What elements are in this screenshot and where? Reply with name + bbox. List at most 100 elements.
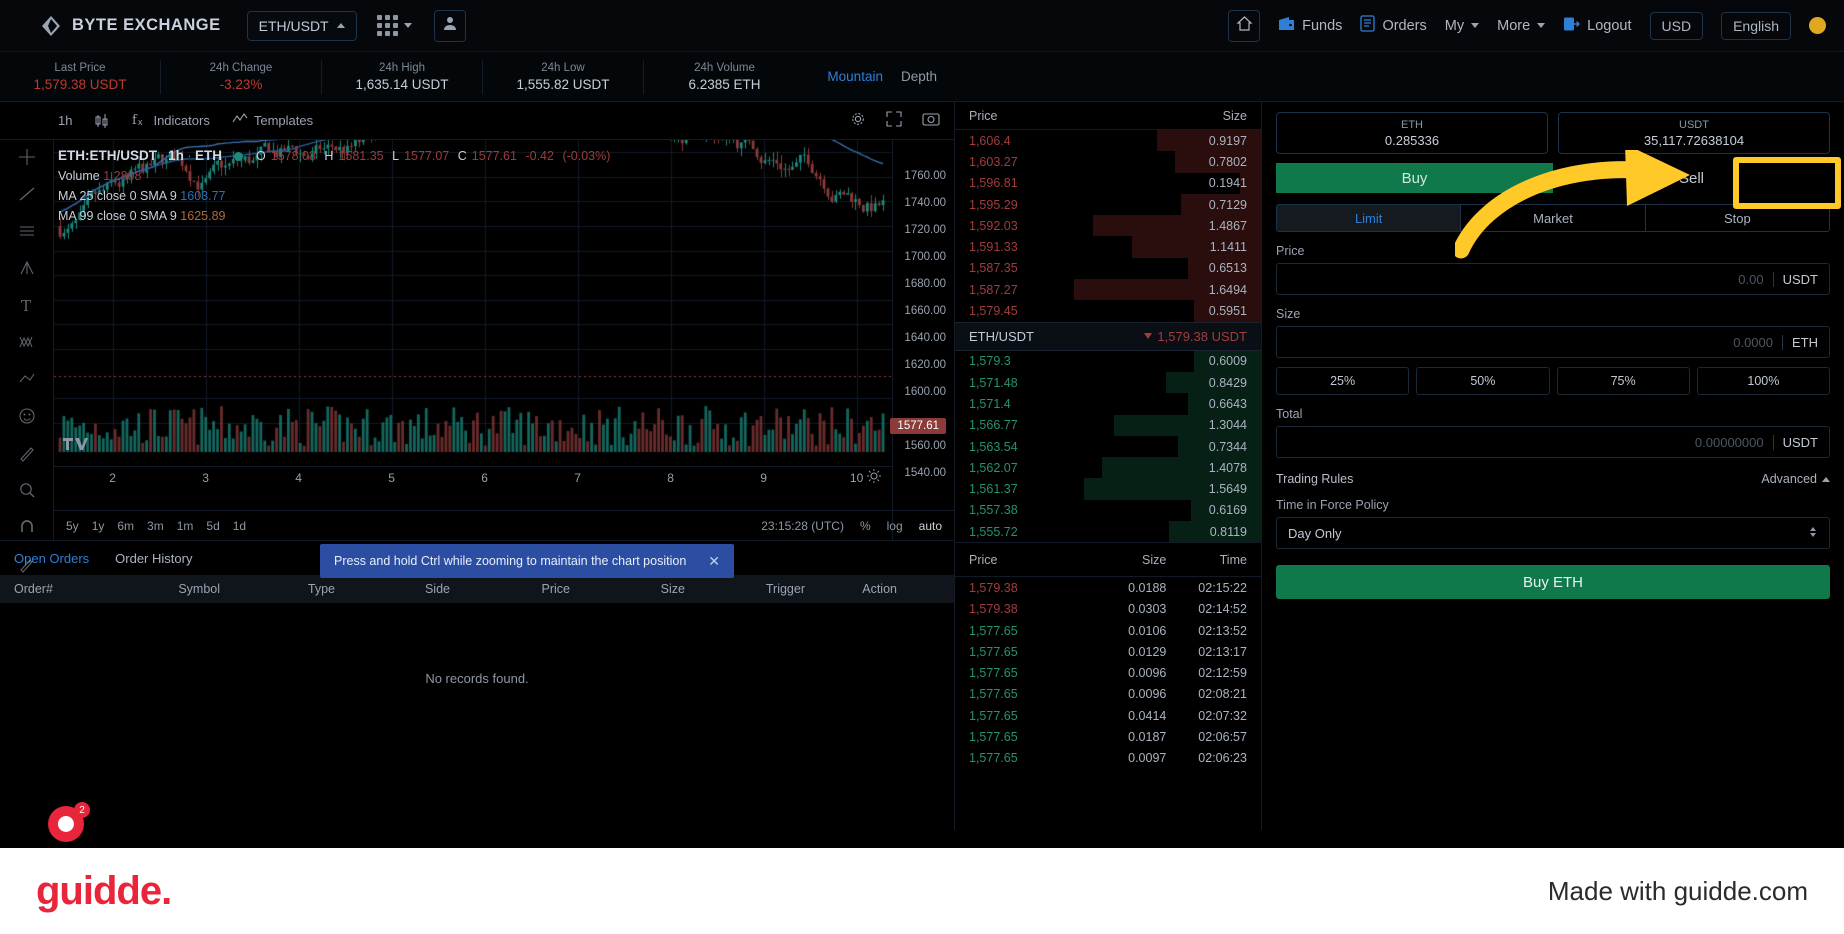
- orderbook-row[interactable]: 1,592.03 1.4867: [955, 215, 1261, 237]
- pitchfork-icon[interactable]: [18, 259, 36, 282]
- orderbook-row[interactable]: 1,561.37 1.5649: [955, 478, 1261, 500]
- orderbook-row[interactable]: 1,571.4 0.6643: [955, 393, 1261, 415]
- buy-tab[interactable]: Buy: [1276, 163, 1553, 193]
- orderbook-row[interactable]: 1,563.54 0.7344: [955, 435, 1261, 458]
- trade-row[interactable]: 1,579.38 0.0303 02:14:52: [955, 599, 1261, 620]
- trade-row[interactable]: 1,579.38 0.0188 02:15:22: [955, 577, 1261, 598]
- range-6m[interactable]: 6m: [117, 519, 134, 533]
- chart-mode-mountain[interactable]: Mountain: [827, 69, 883, 84]
- orderbook-row[interactable]: 1,603.27 0.7802: [955, 151, 1261, 173]
- templates-button[interactable]: Templates: [232, 112, 313, 129]
- fullscreen-icon[interactable]: [886, 111, 902, 130]
- brand-name: BYTE EXCHANGE: [72, 16, 221, 34]
- orderbook-asks[interactable]: 1,606.4 0.9197 1,603.27 0.7802 1,596.81 0.194…: [955, 130, 1261, 322]
- price-label: Price: [1276, 244, 1305, 258]
- patterns-icon[interactable]: [18, 333, 36, 356]
- trendline-icon[interactable]: [18, 185, 36, 208]
- tradingview-logo-icon[interactable]: [62, 434, 88, 456]
- scale-percent-button[interactable]: %: [860, 519, 871, 533]
- price-axis[interactable]: 1760.00 1740.00 1720.00 1700.00 1680.00 1660.…: [890, 140, 954, 540]
- time-in-force-select[interactable]: Day Only: [1276, 517, 1830, 549]
- brand-logo[interactable]: BYTE EXCHANGE: [40, 15, 221, 37]
- language-selector[interactable]: English: [1721, 11, 1791, 40]
- trade-row[interactable]: 1,577.65 0.0097 02:06:23: [955, 748, 1261, 769]
- range-3m[interactable]: 3m: [147, 519, 164, 533]
- brush-icon[interactable]: [18, 444, 36, 467]
- currency-selector[interactable]: USD: [1649, 11, 1704, 40]
- percent-100[interactable]: 100%: [1696, 367, 1830, 395]
- crosshair-icon[interactable]: [18, 148, 36, 171]
- range-1d[interactable]: 1d: [233, 519, 246, 533]
- nav-item-orders[interactable]: Orders: [1360, 15, 1427, 36]
- account-avatar-button[interactable]: [433, 9, 466, 42]
- advanced-toggle[interactable]: Advanced: [1761, 472, 1830, 486]
- order-type-stop[interactable]: Stop: [1646, 205, 1829, 231]
- chart-mode-depth[interactable]: Depth: [901, 69, 937, 84]
- lock-pencil-icon[interactable]: [18, 555, 36, 578]
- size-input[interactable]: 0.0000 ETH: [1276, 326, 1830, 358]
- scale-log-button[interactable]: log: [887, 519, 903, 533]
- orderbook-row[interactable]: 1,571.48 0.8429: [955, 371, 1261, 394]
- nav-item-more[interactable]: More: [1497, 18, 1546, 34]
- trades-rows[interactable]: 1,579.38 0.0188 02:15:22 1,579.38 0.0303 02:1…: [955, 577, 1261, 769]
- forecast-icon[interactable]: [18, 370, 36, 393]
- emoji-icon[interactable]: [18, 407, 36, 430]
- orderbook-row[interactable]: 1,566.77 1.3044: [955, 414, 1261, 436]
- camera-icon[interactable]: [922, 111, 940, 130]
- orderbook-row[interactable]: 1,579.45 0.5951: [955, 300, 1261, 322]
- trade-row[interactable]: 1,577.65 0.0096 02:12:59: [955, 663, 1261, 684]
- sun-icon[interactable]: [1809, 17, 1826, 34]
- home-button[interactable]: [1228, 9, 1261, 42]
- magnet-icon[interactable]: [18, 518, 36, 541]
- range-1y[interactable]: 1y: [92, 519, 105, 533]
- nav-item-my[interactable]: My: [1445, 18, 1480, 34]
- interval-button[interactable]: 1h: [58, 113, 72, 128]
- zoom-icon[interactable]: [18, 481, 36, 504]
- trade-row[interactable]: 1,577.65 0.0129 02:13:17: [955, 641, 1261, 662]
- sell-tab[interactable]: Sell: [1553, 163, 1830, 193]
- trade-row[interactable]: 1,577.65 0.0096 02:08:21: [955, 684, 1261, 705]
- trade-row[interactable]: 1,577.65 0.0187 02:06:57: [955, 726, 1261, 747]
- percent-50[interactable]: 50%: [1416, 367, 1550, 395]
- order-type-limit[interactable]: Limit: [1277, 205, 1462, 231]
- orderbook-bids[interactable]: 1,579.3 0.6009 1,571.48 0.8429 1,571.4 0.6643…: [955, 350, 1261, 543]
- legend-volume-label: Volume: [58, 169, 100, 183]
- orderbook-row[interactable]: 1,555.72 0.8119: [955, 521, 1261, 543]
- candlestick-icon[interactable]: [94, 113, 110, 129]
- apps-grid-button[interactable]: [376, 15, 412, 36]
- close-icon[interactable]: ✕: [708, 553, 720, 570]
- submit-order-button[interactable]: Buy ETH: [1276, 565, 1830, 599]
- nav-item-funds[interactable]: Funds: [1278, 16, 1342, 36]
- percent-25[interactable]: 25%: [1276, 367, 1410, 395]
- orderbook-row[interactable]: 1,595.29 0.7129: [955, 193, 1261, 216]
- indicators-button[interactable]: fx Indicators: [132, 112, 209, 130]
- orderbook-row[interactable]: 1,587.27 1.6494: [955, 279, 1261, 301]
- total-input[interactable]: 0.00000000 USDT: [1276, 426, 1830, 458]
- percent-75[interactable]: 75%: [1556, 367, 1690, 395]
- nav-item-logout[interactable]: Logout: [1563, 16, 1632, 36]
- orderbook-row[interactable]: 1,587.35 0.6513: [955, 257, 1261, 280]
- trade-row[interactable]: 1,577.65 0.0414 02:07:32: [955, 705, 1261, 726]
- order-type-market[interactable]: Market: [1461, 205, 1646, 231]
- time-axis[interactable]: 2 3 4 5 6 7 8 9 10: [54, 466, 892, 492]
- time-axis-tick: 4: [295, 471, 302, 485]
- text-tool-icon[interactable]: T: [18, 296, 36, 319]
- orderbook-row[interactable]: 1,591.33 1.1411: [955, 236, 1261, 258]
- range-5d[interactable]: 5d: [206, 519, 219, 533]
- pair-selector[interactable]: ETH/USDT: [246, 10, 357, 41]
- range-5y[interactable]: 5y: [66, 519, 79, 533]
- orderbook-row[interactable]: 1,606.4 0.9197: [955, 130, 1261, 152]
- price-input[interactable]: 0.00 USDT: [1276, 263, 1830, 295]
- horizontal-lines-icon[interactable]: [18, 222, 36, 245]
- orderbook-row[interactable]: 1,579.3 0.6009: [955, 350, 1261, 372]
- scale-auto-button[interactable]: auto: [919, 519, 942, 533]
- sun-icon[interactable]: [867, 469, 881, 486]
- tab-order-history[interactable]: Order History: [115, 551, 192, 566]
- orderbook-row[interactable]: 1,596.81 0.1941: [955, 172, 1261, 194]
- range-1m[interactable]: 1m: [177, 519, 194, 533]
- price-chart[interactable]: T ETH:ETH/USDT · 1h · ETH O 1578.03 H 15…: [0, 140, 954, 578]
- gear-icon[interactable]: [850, 111, 866, 130]
- orderbook-row[interactable]: 1,557.38 0.6169: [955, 499, 1261, 522]
- orderbook-row[interactable]: 1,562.07 1.4078: [955, 457, 1261, 479]
- trade-row[interactable]: 1,577.65 0.0106 02:13:52: [955, 620, 1261, 641]
